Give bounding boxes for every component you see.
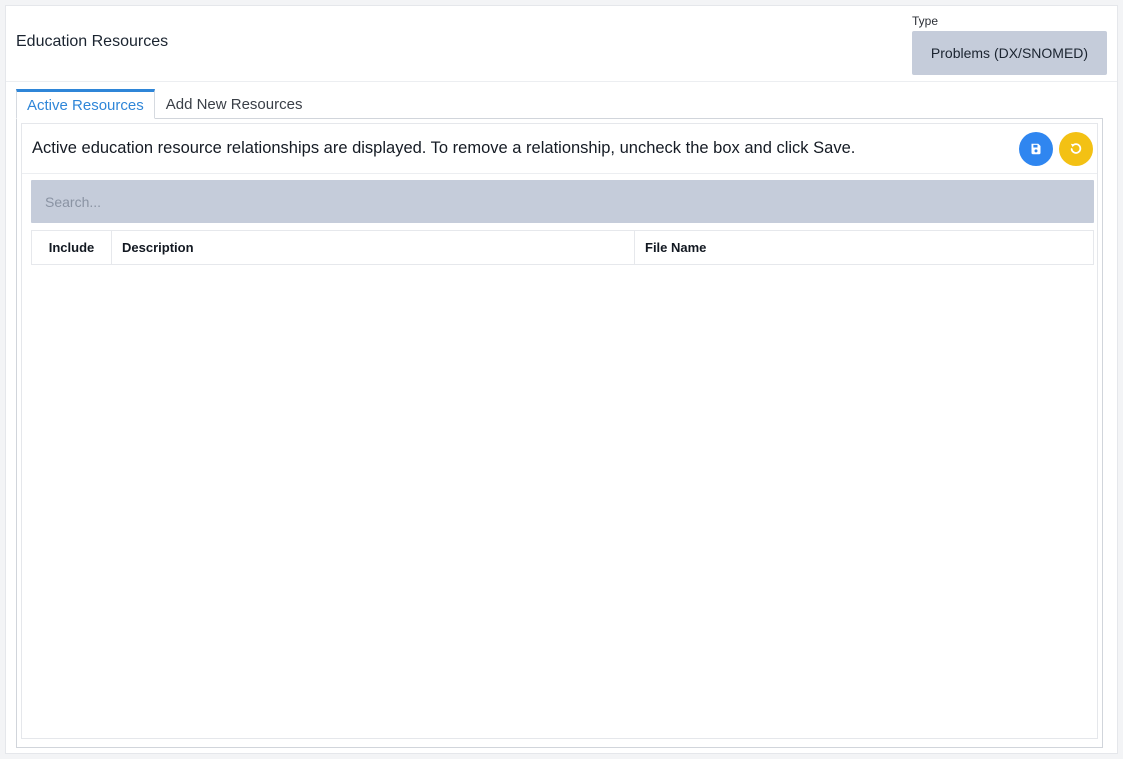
resources-table-header: Include Description File Name	[31, 230, 1094, 265]
type-select-value: Problems (DX/SNOMED)	[930, 45, 1089, 61]
tab-active-resources[interactable]: Active Resources	[16, 89, 155, 119]
education-resources-panel: Education Resources Type Problems (DX/SN…	[5, 5, 1118, 754]
column-header-include[interactable]: Include	[32, 231, 112, 264]
reset-button[interactable]	[1059, 132, 1093, 166]
type-label: Type	[912, 14, 939, 28]
page-title: Education Resources	[16, 33, 169, 50]
column-header-file-name[interactable]: File Name	[635, 231, 1093, 264]
tab-add-new-resources[interactable]: Add New Resources	[155, 89, 314, 119]
active-resources-pane: Active education resource relationships …	[21, 123, 1098, 739]
info-text: Active education resource relationships …	[32, 139, 856, 157]
info-row: Active education resource relationships …	[22, 124, 1097, 174]
floppy-disk-icon	[1031, 143, 1041, 155]
search-input[interactable]	[31, 180, 1094, 223]
save-button[interactable]	[1019, 132, 1053, 166]
type-field: Type Problems (DX/SNOMED)	[912, 14, 1107, 75]
tab-content: Active education resource relationships …	[16, 118, 1103, 748]
undo-icon	[1070, 143, 1082, 154]
tab-bar: Active Resources Add New Resources	[16, 89, 313, 119]
column-header-description[interactable]: Description	[112, 231, 635, 264]
type-select[interactable]: Problems (DX/SNOMED)	[912, 31, 1107, 75]
panel-header: Education Resources Type Problems (DX/SN…	[6, 6, 1117, 82]
